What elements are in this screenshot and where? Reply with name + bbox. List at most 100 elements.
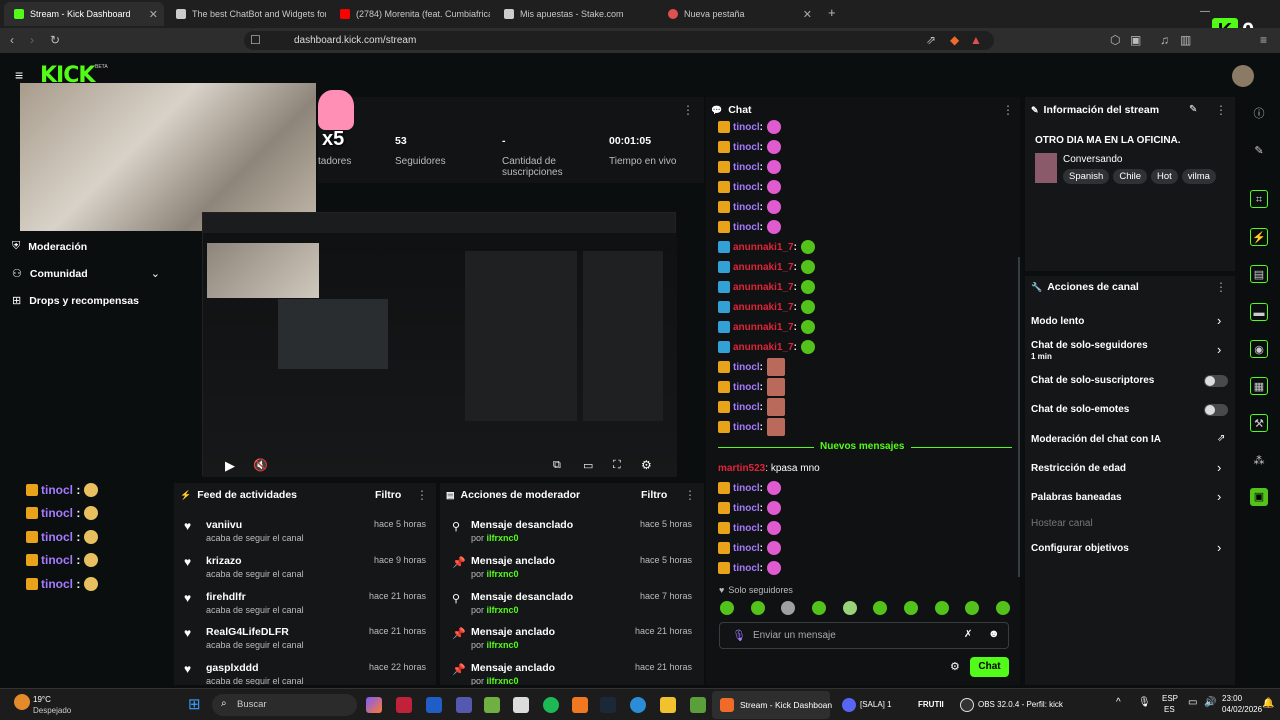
chevron-right-icon[interactable]: › (1217, 489, 1221, 504)
chevron-right-icon[interactable]: › (1217, 460, 1221, 475)
edit-icon[interactable]: ✎ (1189, 104, 1197, 115)
mod-user[interactable]: ilfrxnc0 (487, 569, 519, 579)
chevron-right-icon[interactable]: › (1217, 342, 1221, 357)
plugin-icon[interactable]: ▣ (1250, 488, 1268, 506)
chat-scrollbar[interactable] (1018, 257, 1020, 577)
media-icon[interactable]: ♫ (1160, 33, 1169, 47)
feed-user[interactable]: gasplxddd (206, 662, 259, 674)
chat-menu-icon[interactable]: ⋮ (1002, 103, 1014, 117)
mod-filter-button[interactable]: Filtro (641, 489, 667, 501)
avatar[interactable] (1232, 65, 1254, 87)
copilot-icon[interactable] (366, 697, 382, 713)
wrench-icon[interactable]: ⚒ (1250, 414, 1268, 432)
chat-user[interactable]: tinocl (733, 523, 760, 534)
mod-user[interactable]: ilfrxnc0 (487, 676, 519, 685)
banned-words-item[interactable]: Palabras baneadas (1031, 492, 1122, 503)
chat-user[interactable]: anunnaki1_7 (733, 302, 794, 313)
mod-user[interactable]: ilfrxnc0 (487, 605, 519, 615)
stream-preview[interactable]: ▶ 🔇 ⧉ ▭ ⛶ ⚙ (202, 212, 677, 477)
notification-bell-icon[interactable]: 🔔 (1262, 698, 1274, 709)
settings-icon[interactable]: ⚙ (641, 458, 652, 472)
steam-icon[interactable] (600, 697, 616, 713)
menu-icon[interactable]: ≡ (1260, 33, 1267, 47)
tag[interactable]: vilma (1181, 169, 1216, 184)
chat-user[interactable]: tinocl (733, 563, 760, 574)
stats-menu-icon[interactable]: ⋮ (682, 103, 694, 117)
language[interactable]: ESP (1162, 694, 1178, 703)
minimize-icon[interactable]: — (1200, 6, 1210, 17)
hamburger-icon[interactable]: ≡ (15, 67, 23, 83)
tag[interactable]: Hot (1151, 169, 1178, 184)
url-input[interactable]: dashboard.kick.com/stream (244, 31, 994, 50)
emote-icon[interactable] (750, 601, 765, 615)
volume-icon[interactable]: 🔊 (1204, 697, 1216, 708)
emote-icon[interactable] (720, 601, 734, 615)
emoji-icon[interactable]: ☻ (988, 628, 1000, 640)
taskbar-app-obs[interactable]: OBS 32.0.4 - Perfil: kick (956, 691, 1074, 719)
ai-moderation-item[interactable]: Moderación del chat con IA (1031, 434, 1161, 445)
mod-menu-icon[interactable]: ⋮ (684, 488, 696, 502)
close-tab-icon[interactable]: ✕ (149, 8, 158, 21)
chat-user[interactable]: anunnaki1_7 (733, 242, 794, 253)
chat-icon[interactable]: ▬ (1250, 303, 1268, 321)
teams-icon[interactable] (456, 697, 472, 713)
brave-shield-icon[interactable]: ◆ (950, 33, 959, 47)
close-tab-icon[interactable]: ✕ (803, 8, 812, 21)
mod-user[interactable]: ilfrxnc0 (487, 533, 519, 543)
chat-user[interactable]: tinocl (733, 402, 760, 413)
windows-start-icon[interactable]: ⊞ (188, 695, 201, 713)
mod-user[interactable]: ilfrxnc0 (487, 640, 519, 650)
taskbar-app-kick[interactable]: Stream - Kick Dashboan (712, 691, 832, 719)
emote-icon[interactable] (781, 601, 796, 615)
broadcast-icon[interactable]: ◉ (1250, 340, 1268, 358)
chevron-right-icon[interactable]: › (1217, 313, 1221, 328)
nodes-icon[interactable]: ⁂ (1250, 452, 1268, 470)
spotify-icon[interactable] (543, 697, 559, 713)
capture-icon[interactable]: ⌗ (1250, 190, 1268, 208)
kick-emote-icon[interactable]: ✗ (964, 629, 972, 640)
sidebar-toggle-icon[interactable]: ▥ (1180, 33, 1191, 47)
taskbar-app-discord[interactable]: [SALA] 1 (838, 691, 902, 719)
chat-user[interactable]: tinocl (733, 222, 760, 233)
nav-drops[interactable]: ⊞ Drops y recompensas (12, 294, 139, 308)
external-link-icon[interactable]: ⇗ (1217, 433, 1225, 444)
microphone-icon[interactable]: 🎙 (1138, 697, 1151, 708)
network-icon[interactable]: ▭ (1188, 697, 1197, 708)
extensions-icon[interactable]: ⬡ (1110, 33, 1120, 47)
app-icon[interactable] (426, 697, 442, 713)
channel-actions-menu-icon[interactable]: ⋮ (1215, 280, 1227, 294)
tab-kick-dashboard[interactable]: Stream - Kick Dashboard ✕ (4, 2, 164, 26)
emote-icon[interactable] (873, 601, 888, 615)
chat-user[interactable]: tinocl (733, 422, 760, 433)
feed-menu-icon[interactable]: ⋮ (416, 488, 428, 502)
chat-user[interactable]: martin523 (718, 463, 765, 474)
theater-icon[interactable]: ▭ (583, 459, 593, 472)
category-name[interactable]: Conversando (1063, 154, 1122, 165)
chat-input[interactable]: 🎙 Enviar un mensaje ✗ ☻ (719, 622, 1009, 649)
feed-user[interactable]: RealG4LifeDLFR (206, 626, 289, 638)
chat-user[interactable]: tinocl (733, 362, 760, 373)
tray-chevron-icon[interactable]: ^ (1116, 697, 1121, 708)
slow-mode-item[interactable]: Modo lento (1031, 316, 1084, 327)
emote-icon[interactable] (903, 601, 918, 615)
chat-user[interactable]: tinocl (733, 162, 760, 173)
chat-user[interactable]: tinocl (733, 202, 760, 213)
chat-user[interactable]: anunnaki1_7 (733, 342, 794, 353)
pen-icon[interactable]: ✎ (1250, 142, 1268, 160)
bookmark-icon[interactable]: ☐ (250, 33, 261, 47)
chat-user[interactable]: tinocl (733, 503, 760, 514)
nav-moderation[interactable]: ⛨ Moderación (12, 240, 87, 253)
store-icon[interactable] (513, 697, 529, 713)
tab-youtube[interactable]: (2784) Morenita (feat. Cumbiafrica) - (330, 2, 490, 26)
clock-time[interactable]: 23:00 (1222, 694, 1242, 703)
chat-user[interactable]: anunnaki1_7 (733, 322, 794, 333)
feed-user[interactable]: vaniivu (206, 519, 242, 531)
app-icon[interactable] (572, 697, 588, 713)
chat-user[interactable]: anunnaki1_7 (733, 262, 794, 273)
folder-icon[interactable] (660, 697, 676, 713)
feed-user[interactable]: krizazo (206, 555, 242, 567)
taskbar-app-frutii[interactable]: FRUTII (906, 691, 954, 719)
back-icon[interactable]: ‹ (10, 33, 14, 47)
tab-stake[interactable]: Mis apuestas - Stake.com (494, 2, 654, 26)
nav-community[interactable]: ⚇ Comunidad ⌄ (12, 267, 160, 281)
